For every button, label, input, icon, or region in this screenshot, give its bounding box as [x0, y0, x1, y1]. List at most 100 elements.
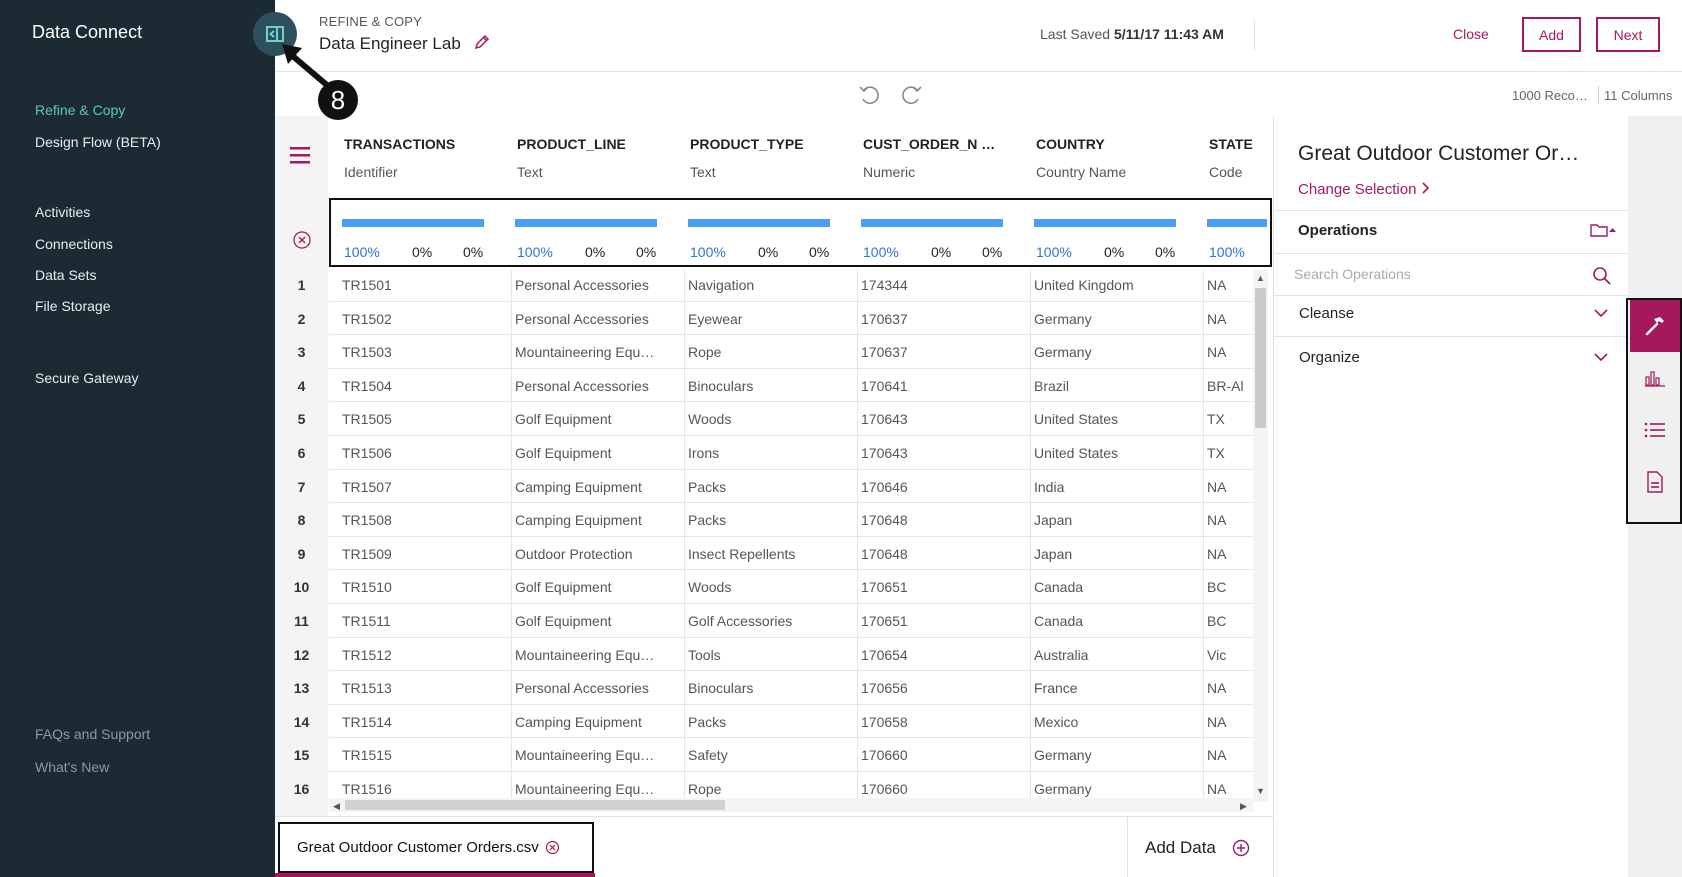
vertical-scroll-thumb[interactable]: [1255, 288, 1266, 428]
section-organize[interactable]: Organize: [1299, 349, 1360, 366]
close-button[interactable]: Close: [1453, 26, 1489, 42]
table-cell[interactable]: Binoculars: [688, 378, 845, 394]
table-cell[interactable]: TR1513: [342, 680, 499, 696]
table-cell[interactable]: 174344: [861, 277, 1018, 293]
table-cell[interactable]: TR1510: [342, 579, 499, 595]
table-cell[interactable]: 170654: [861, 647, 1018, 663]
document-tool-button[interactable]: [1630, 456, 1680, 508]
search-operations-input[interactable]: [1294, 262, 1594, 286]
file-tab[interactable]: Great Outdoor Customer Orders.csv: [278, 822, 594, 873]
change-selection-link[interactable]: Change Selection: [1298, 181, 1431, 198]
table-cell[interactable]: 170643: [861, 445, 1018, 461]
table-cell[interactable]: 170648: [861, 512, 1018, 528]
add-button[interactable]: Add: [1522, 17, 1581, 52]
table-cell[interactable]: Personal Accessories: [515, 277, 672, 293]
nav-faqs-support[interactable]: FAQs and Support: [35, 726, 150, 742]
scroll-down-icon[interactable]: ▼: [1256, 786, 1265, 796]
table-cell[interactable]: Packs: [688, 714, 845, 730]
horizontal-scroll-thumb[interactable]: [345, 800, 725, 810]
table-cell[interactable]: BC: [1207, 613, 1251, 629]
table-cell[interactable]: Golf Equipment: [515, 445, 672, 461]
table-cell[interactable]: Camping Equipment: [515, 714, 672, 730]
table-cell[interactable]: 170637: [861, 311, 1018, 327]
table-cell[interactable]: Personal Accessories: [515, 311, 672, 327]
table-cell[interactable]: BR-Al: [1207, 378, 1251, 394]
table-cell[interactable]: United Kingdom: [1034, 277, 1191, 293]
profile-tool-button[interactable]: [1630, 352, 1680, 404]
table-cell[interactable]: 170637: [861, 344, 1018, 360]
add-circle-icon[interactable]: [1232, 839, 1250, 857]
table-cell[interactable]: TR1503: [342, 344, 499, 360]
undo-icon[interactable]: [858, 84, 880, 104]
table-cell[interactable]: NA: [1207, 344, 1251, 360]
chevron-down-icon[interactable]: [1594, 352, 1608, 362]
table-cell[interactable]: Outdoor Protection: [515, 546, 672, 562]
table-cell[interactable]: TR1514: [342, 714, 499, 730]
table-cell[interactable]: Rope: [688, 344, 845, 360]
table-cell[interactable]: TR1509: [342, 546, 499, 562]
section-cleanse[interactable]: Cleanse: [1299, 305, 1354, 322]
table-cell[interactable]: NA: [1207, 714, 1251, 730]
table-cell[interactable]: Packs: [688, 479, 845, 495]
nav-file-storage[interactable]: File Storage: [35, 298, 110, 314]
table-cell[interactable]: NA: [1207, 311, 1251, 327]
table-cell[interactable]: 170660: [861, 781, 1018, 797]
next-button[interactable]: Next: [1596, 17, 1660, 52]
table-cell[interactable]: Germany: [1034, 311, 1191, 327]
table-cell[interactable]: Japan: [1034, 512, 1191, 528]
scroll-up-icon[interactable]: ▲: [1256, 273, 1265, 283]
column-header[interactable]: PRODUCT_LINE: [517, 136, 626, 152]
table-cell[interactable]: 170656: [861, 680, 1018, 696]
table-cell[interactable]: 170658: [861, 714, 1018, 730]
chevron-down-icon[interactable]: [1594, 308, 1608, 318]
table-cell[interactable]: France: [1034, 680, 1191, 696]
table-cell[interactable]: United States: [1034, 445, 1191, 461]
table-cell[interactable]: TR1501: [342, 277, 499, 293]
table-cell[interactable]: Mexico: [1034, 714, 1191, 730]
nav-whats-new[interactable]: What's New: [35, 759, 109, 775]
table-cell[interactable]: TX: [1207, 445, 1251, 461]
table-cell[interactable]: Woods: [688, 579, 845, 595]
edit-pencil-icon[interactable]: [473, 33, 491, 51]
table-cell[interactable]: Germany: [1034, 344, 1191, 360]
table-cell[interactable]: India: [1034, 479, 1191, 495]
table-cell[interactable]: 170660: [861, 747, 1018, 763]
table-cell[interactable]: TR1515: [342, 747, 499, 763]
nav-connections[interactable]: Connections: [35, 236, 113, 252]
nav-design-flow[interactable]: Design Flow (BETA): [35, 134, 161, 150]
column-header[interactable]: COUNTRY: [1036, 136, 1105, 152]
search-icon[interactable]: [1592, 266, 1612, 286]
table-cell[interactable]: TR1502: [342, 311, 499, 327]
table-cell[interactable]: 170643: [861, 411, 1018, 427]
table-cell[interactable]: Safety: [688, 747, 845, 763]
table-cell[interactable]: Golf Accessories: [688, 613, 845, 629]
table-cell[interactable]: Canada: [1034, 613, 1191, 629]
table-cell[interactable]: Germany: [1034, 747, 1191, 763]
table-cell[interactable]: Personal Accessories: [515, 378, 672, 394]
table-cell[interactable]: Golf Equipment: [515, 613, 672, 629]
table-cell[interactable]: TR1512: [342, 647, 499, 663]
table-cell[interactable]: Irons: [688, 445, 845, 461]
table-cell[interactable]: Navigation: [688, 277, 845, 293]
add-data-button[interactable]: Add Data: [1145, 838, 1216, 858]
table-cell[interactable]: Camping Equipment: [515, 479, 672, 495]
table-cell[interactable]: NA: [1207, 781, 1251, 797]
column-header[interactable]: PRODUCT_TYPE: [690, 136, 804, 152]
table-cell[interactable]: TR1507: [342, 479, 499, 495]
table-cell[interactable]: 170641: [861, 378, 1018, 394]
nav-secure-gateway[interactable]: Secure Gateway: [35, 370, 139, 386]
table-cell[interactable]: Rope: [688, 781, 845, 797]
table-cell[interactable]: 170646: [861, 479, 1018, 495]
table-cell[interactable]: Vic: [1207, 647, 1251, 663]
table-cell[interactable]: TR1516: [342, 781, 499, 797]
table-cell[interactable]: Mountaineering Equ…: [515, 781, 672, 797]
table-cell[interactable]: TR1508: [342, 512, 499, 528]
column-header[interactable]: STATE: [1209, 136, 1253, 152]
table-cell[interactable]: NA: [1207, 680, 1251, 696]
table-cell[interactable]: Mountaineering Equ…: [515, 747, 672, 763]
table-cell[interactable]: Tools: [688, 647, 845, 663]
column-header[interactable]: CUST_ORDER_N …: [863, 136, 995, 152]
table-cell[interactable]: TR1505: [342, 411, 499, 427]
menu-icon[interactable]: [290, 146, 312, 164]
folder-icon[interactable]: [1590, 222, 1616, 238]
